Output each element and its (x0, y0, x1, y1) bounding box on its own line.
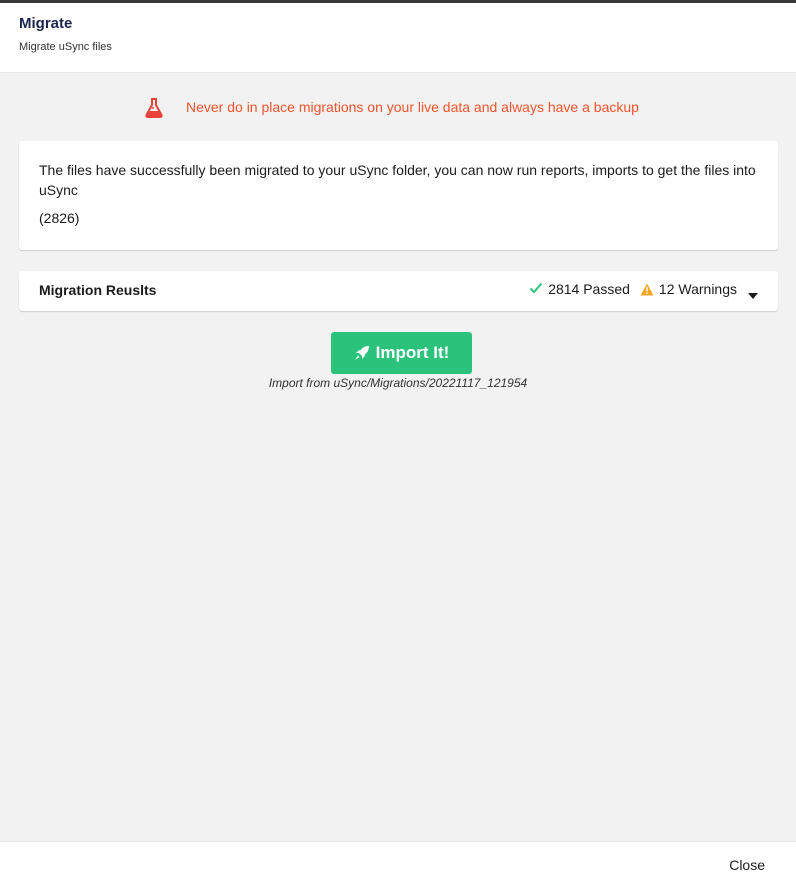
results-summary[interactable]: 2814 Passed 12 Warnings (529, 281, 758, 299)
warnings-count: 12 Warnings (658, 281, 737, 297)
check-icon (529, 281, 543, 297)
warning-text: Never do in place migrations on your liv… (186, 99, 639, 115)
results-label: Migration Reuslts (39, 282, 157, 298)
migration-warning: Never do in place migrations on your liv… (0, 94, 796, 122)
flask-icon (142, 96, 166, 120)
dialog-subtitle: Migrate uSync files (19, 41, 112, 53)
success-message: The files have successfully been migrate… (39, 162, 756, 198)
caret-down-icon[interactable] (748, 286, 758, 299)
success-message-panel: The files have successfully been migrate… (19, 141, 778, 250)
dialog-header: Migrate Migrate uSync files (0, 3, 796, 73)
file-count: (2826) (39, 210, 80, 226)
dialog-title: Migrate (19, 15, 73, 32)
warning-icon (640, 283, 654, 296)
import-path-text: Import from uSync/Migrations/20221117_12… (268, 376, 528, 390)
import-button-label: Import It! (375, 343, 450, 362)
passed-count: 2814 Passed (548, 281, 630, 297)
migration-results-panel[interactable]: Migration Reuslts 2814 Passed 12 Warning… (19, 271, 778, 311)
rocket-icon (354, 345, 370, 361)
import-button[interactable]: Import It! (331, 332, 472, 374)
dialog-footer: Close (0, 841, 796, 883)
close-button[interactable]: Close (729, 857, 765, 873)
